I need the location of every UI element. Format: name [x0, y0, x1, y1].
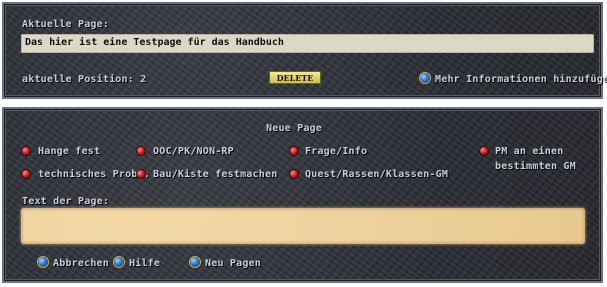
more-info-link[interactable]: Mehr Informationen hinzufügen: [435, 74, 607, 85]
globe-icon[interactable]: [38, 257, 48, 267]
current-page-value: Das hier ist eine Testpage für das Handb…: [25, 37, 284, 48]
globe-icon[interactable]: [190, 257, 200, 267]
current-page-field: Das hier ist eine Testpage für das Handb…: [21, 34, 594, 53]
option-frage-radio[interactable]: [290, 147, 298, 155]
option-technisch-radio[interactable]: [22, 170, 30, 178]
option-quest-label[interactable]: Quest/Rassen/Klassen-GM: [305, 169, 448, 180]
new-page-title: Neue Page: [266, 123, 322, 134]
option-hange-fest-radio[interactable]: [22, 147, 30, 155]
option-hange-fest-label[interactable]: Hange fest: [38, 146, 100, 157]
globe-icon[interactable]: [420, 73, 430, 83]
option-technisch-label[interactable]: technisches Probl.: [38, 169, 150, 180]
current-page-panel: Aktuelle Page: Das hier ist eine Testpag…: [2, 2, 607, 99]
new-page-submit-button[interactable]: Neu Pagen: [205, 258, 261, 269]
current-position-label: aktuelle Position: 2: [22, 74, 147, 85]
option-frage-label[interactable]: Frage/Info: [305, 146, 367, 157]
option-pm-gm-label-line1[interactable]: PM an einen: [495, 146, 563, 157]
current-page-label: Aktuelle Page:: [22, 19, 110, 30]
option-pm-gm-radio[interactable]: [480, 147, 488, 155]
page-text-area[interactable]: [21, 208, 585, 244]
cancel-button[interactable]: Abbrechen: [53, 258, 109, 269]
option-ooc-label[interactable]: OOC/PK/NON-RP: [153, 146, 234, 157]
option-pm-gm-label-line2[interactable]: bestimmten GM: [495, 161, 576, 172]
option-quest-radio[interactable]: [290, 170, 298, 178]
new-page-panel: Neue Page Hange fest OOC/PK/NON-RP Frage…: [2, 107, 603, 283]
option-bau-label[interactable]: Bau/Kiste festmachen: [153, 169, 277, 180]
option-bau-radio[interactable]: [137, 170, 145, 178]
delete-button[interactable]: DELETE: [269, 71, 321, 84]
option-ooc-radio[interactable]: [137, 147, 145, 155]
help-button[interactable]: Hilfe: [129, 258, 160, 269]
page-text-label: Text der Page:: [22, 196, 110, 207]
globe-icon[interactable]: [114, 257, 124, 267]
